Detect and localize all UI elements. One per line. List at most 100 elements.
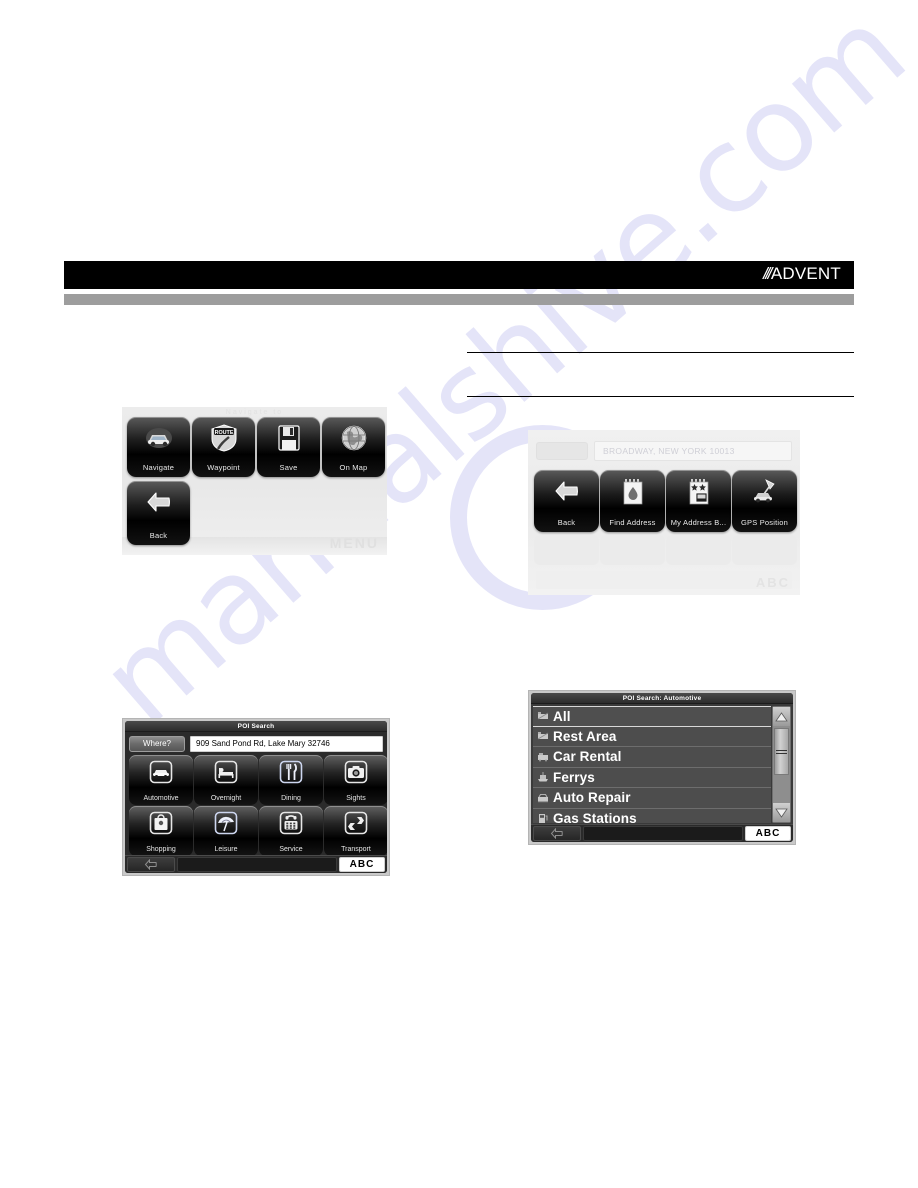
ghost-cell — [534, 535, 599, 565]
poi-category-label: Leisure — [214, 846, 238, 853]
waypoint-button-label: Waypoint — [207, 463, 240, 472]
list-item-label: Ferrys — [553, 769, 595, 785]
poi-category-label: Shopping — [146, 846, 176, 853]
address-book-icon — [684, 476, 714, 506]
poi-ferry-icon — [536, 771, 549, 784]
navigate-button-label: Navigate — [142, 463, 175, 472]
manual-page: manualshive.com ///ADVENT Navigate to Na… — [0, 0, 918, 1188]
notepad-address-icon — [618, 476, 648, 506]
poi-search-title: POI Search — [125, 721, 387, 732]
screenshot-poi-list: POI Search: Automotive All Rest Area Car… — [528, 690, 796, 845]
screenshot-poi-search: POI Search Where? 909 Sand Pond Rd, Lake… — [122, 718, 390, 876]
address-input-field[interactable]: BROADWAY, NEW YORK 10013 — [594, 441, 792, 461]
where-button[interactable]: Where? — [129, 735, 185, 752]
on-map-button[interactable]: On Map — [322, 417, 385, 477]
save-button[interactable]: Save — [257, 417, 320, 477]
poi-list-title: POI Search: Automotive — [531, 693, 793, 704]
list-item[interactable]: Ferrys — [533, 767, 771, 788]
back-button[interactable]: Back — [127, 481, 190, 545]
navigate-screen-title: Navigate to — [225, 409, 284, 416]
section-divider-top — [467, 352, 854, 353]
poi-category-label: Service — [279, 846, 303, 853]
route-shield-icon: ROUTE — [209, 423, 239, 453]
scrollbar-thumb[interactable] — [774, 728, 789, 775]
my-address-book-label: My Address B... — [670, 518, 727, 527]
page-header-rule — [64, 294, 854, 305]
list-item-label: Gas Stations — [553, 810, 637, 823]
poi-category-label: Sights — [346, 795, 366, 802]
telephone-icon — [278, 810, 304, 836]
scroll-down-arrow-icon[interactable] — [773, 803, 790, 822]
brand-name: ADVENT — [770, 264, 841, 283]
ghost-cell — [732, 535, 797, 565]
poi-category-service[interactable]: Service — [259, 806, 323, 856]
poi-list-back-button[interactable] — [533, 826, 581, 841]
list-item[interactable]: Gas Stations — [533, 808, 771, 823]
camera-icon — [343, 759, 369, 785]
bed-icon — [213, 759, 239, 785]
poi-list-area: All Rest Area Car Rental Ferrys Auto Rep… — [533, 706, 771, 823]
poi-category-grid: Automotive Overnight Dining Sights Shopp… — [129, 755, 387, 856]
poi-all-icon — [536, 710, 549, 723]
poi-list-window: POI Search: Automotive All Rest Area Car… — [531, 693, 793, 842]
poi-rest-area-icon — [536, 730, 549, 743]
ghost-cell — [600, 535, 665, 565]
list-item[interactable]: Rest Area — [533, 726, 771, 747]
poi-search-window: POI Search Where? 909 Sand Pond Rd, Lake… — [125, 721, 387, 873]
car-icon — [144, 423, 174, 453]
poi-abc-button[interactable]: ABC — [339, 857, 385, 872]
poi-list-scrollbar[interactable] — [772, 706, 791, 823]
address-top-bar: BROADWAY, NEW YORK 10013 — [536, 440, 792, 462]
list-item[interactable]: Car Rental — [533, 747, 771, 768]
address-back-button[interactable]: Back — [534, 470, 599, 532]
waypoint-button[interactable]: ROUTE Waypoint — [192, 417, 255, 477]
poi-list-abc-button[interactable]: ABC — [745, 826, 791, 841]
poi-gas-station-icon — [536, 812, 549, 823]
list-item-label: All — [553, 708, 571, 724]
shopping-bag-icon — [148, 810, 174, 836]
back-arrow-icon — [144, 487, 174, 517]
address-abc-button[interactable]: ABC — [756, 575, 790, 590]
advent-brand-logo: ///ADVENT — [763, 265, 841, 282]
poi-address-field[interactable]: 909 Sand Pond Rd, Lake Mary 32746 — [190, 735, 383, 752]
poi-category-label: Overnight — [210, 795, 242, 802]
poi-category-label: Transport — [341, 846, 371, 853]
back-arrow-icon — [144, 859, 157, 870]
poi-list-status-area — [583, 826, 743, 841]
poi-search-row: Where? 909 Sand Pond Rd, Lake Mary 32746 — [129, 735, 383, 752]
my-address-book-button[interactable]: My Address B... — [666, 470, 731, 532]
find-address-button[interactable]: Find Address — [600, 470, 665, 532]
scroll-up-arrow-icon[interactable] — [773, 707, 790, 726]
poi-bottom-bar: ABC — [125, 855, 387, 873]
scrollbar-grip-icon — [776, 749, 787, 754]
gps-position-button[interactable]: GPS Position — [732, 470, 797, 532]
poi-auto-repair-icon — [536, 791, 549, 804]
transfer-arrows-icon — [343, 810, 369, 836]
car-icon — [148, 759, 174, 785]
find-address-label: Find Address — [609, 518, 656, 527]
fork-knife-icon — [278, 759, 304, 785]
poi-category-sights[interactable]: Sights — [324, 755, 387, 805]
poi-back-button[interactable] — [127, 857, 175, 872]
poi-category-overnight[interactable]: Overnight — [194, 755, 258, 805]
list-item-label: Rest Area — [553, 728, 617, 744]
list-item[interactable]: All — [533, 706, 771, 727]
poi-category-leisure[interactable]: Leisure — [194, 806, 258, 856]
list-item-label: Auto Repair — [553, 790, 631, 805]
poi-category-shopping[interactable]: Shopping — [129, 806, 193, 856]
navigate-back-row: Back — [127, 479, 190, 545]
screenshot-navigate-menu: Navigate to Navigate ROUTE Waypoint Save… — [122, 407, 387, 555]
poi-category-label: Automotive — [143, 795, 179, 802]
address-button-grid: Back Find Address My Address B... GPS Po… — [534, 470, 797, 532]
gps-position-label: GPS Position — [740, 518, 788, 527]
poi-category-transport[interactable]: Transport — [324, 806, 387, 856]
page-header-bar: ///ADVENT — [64, 261, 854, 289]
address-where-button[interactable] — [536, 442, 588, 460]
poi-category-dining[interactable]: Dining — [259, 755, 323, 805]
poi-category-label: Dining — [281, 795, 301, 802]
list-item[interactable]: Auto Repair — [533, 788, 771, 809]
beach-umbrella-icon — [213, 810, 239, 836]
poi-category-automotive[interactable]: Automotive — [129, 755, 193, 805]
back-arrow-icon — [552, 476, 582, 506]
navigate-button[interactable]: Navigate — [127, 417, 190, 477]
